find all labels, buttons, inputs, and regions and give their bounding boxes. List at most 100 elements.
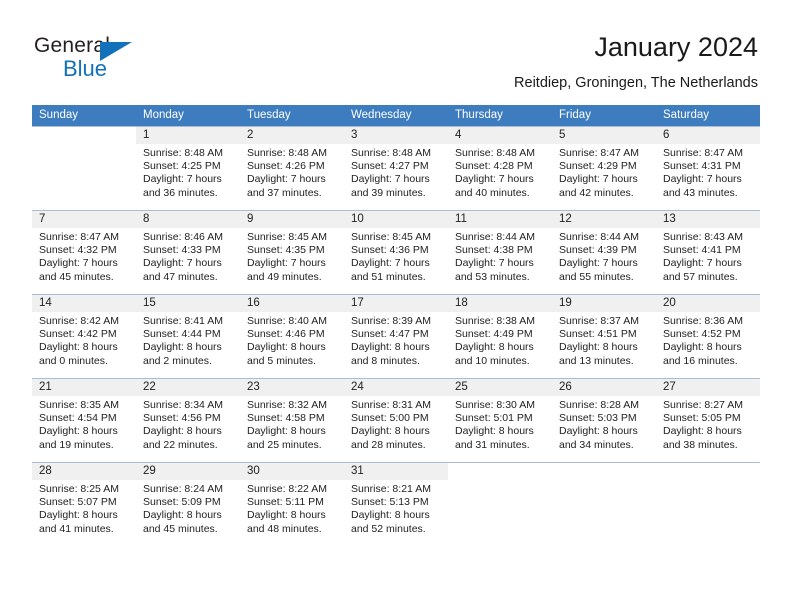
day-cell[interactable]: 17 Sunrise: 8:39 AM Sunset: 4:47 PM Dayligh… (344, 294, 448, 378)
calendar-cell: 3 Sunrise: 8:48 AM Sunset: 4:27 PM Daylight… (344, 126, 448, 210)
calendar-week-row: 21 Sunrise: 8:35 AM Sunset: 4:54 PM Dayligh… (32, 378, 760, 462)
day-detail-line: Daylight: 7 hours (663, 257, 742, 270)
day-cell[interactable]: 22 Sunrise: 8:34 AM Sunset: 4:56 PM Dayligh… (136, 378, 240, 462)
day-cell[interactable]: 10 Sunrise: 8:45 AM Sunset: 4:36 PM Dayligh… (344, 210, 448, 294)
day-details: Sunrise: 8:46 AM Sunset: 4:33 PM Daylight:… (136, 228, 240, 284)
day-cell-empty (656, 462, 760, 546)
day-detail-line: and 10 minutes. (455, 354, 530, 367)
day-detail-line: and 40 minutes. (455, 186, 530, 199)
day-cell[interactable]: 1 Sunrise: 8:48 AM Sunset: 4:25 PM Daylight… (136, 126, 240, 210)
day-detail-line: Sunset: 4:27 PM (351, 160, 429, 173)
day-detail-line: and 52 minutes. (351, 522, 426, 535)
day-detail-line: Sunrise: 8:35 AM (39, 399, 119, 411)
day-cell[interactable]: 12 Sunrise: 8:44 AM Sunset: 4:39 PM Dayligh… (552, 210, 656, 294)
day-details: Sunrise: 8:39 AM Sunset: 4:47 PM Daylight:… (344, 312, 448, 368)
calendar-cell: 21 Sunrise: 8:35 AM Sunset: 4:54 PM Dayligh… (32, 378, 136, 462)
day-cell[interactable]: 24 Sunrise: 8:31 AM Sunset: 5:00 PM Dayligh… (344, 378, 448, 462)
day-detail-line: Sunrise: 8:48 AM (455, 147, 535, 159)
day-cell[interactable]: 23 Sunrise: 8:32 AM Sunset: 4:58 PM Dayligh… (240, 378, 344, 462)
day-detail-line: and 8 minutes. (351, 354, 420, 367)
day-detail-line: and 55 minutes. (559, 270, 634, 283)
day-detail-line: Daylight: 8 hours (559, 341, 638, 354)
day-cell-empty (32, 126, 136, 210)
calendar-cell: 10 Sunrise: 8:45 AM Sunset: 4:36 PM Dayligh… (344, 210, 448, 294)
day-detail-line: Daylight: 8 hours (39, 509, 118, 522)
day-cell[interactable]: 3 Sunrise: 8:48 AM Sunset: 4:27 PM Daylight… (344, 126, 448, 210)
day-detail-line: Daylight: 8 hours (39, 425, 118, 438)
day-detail-line: and 41 minutes. (39, 522, 114, 535)
day-cell[interactable]: 18 Sunrise: 8:38 AM Sunset: 4:49 PM Dayligh… (448, 294, 552, 378)
day-number: 17 (344, 295, 448, 312)
day-cell[interactable]: 8 Sunrise: 8:46 AM Sunset: 4:33 PM Daylight… (136, 210, 240, 294)
day-number: 24 (344, 379, 448, 396)
day-number: 10 (344, 211, 448, 228)
day-details: Sunrise: 8:25 AM Sunset: 5:07 PM Daylight:… (32, 480, 136, 536)
day-cell-empty (448, 462, 552, 546)
day-detail-line: Sunrise: 8:46 AM (143, 231, 223, 243)
day-number: 16 (240, 295, 344, 312)
calendar-cell: 6 Sunrise: 8:47 AM Sunset: 4:31 PM Daylight… (656, 126, 760, 210)
day-detail-line: Sunset: 4:32 PM (39, 244, 117, 257)
day-detail-line: and 38 minutes. (663, 438, 738, 451)
day-cell[interactable]: 21 Sunrise: 8:35 AM Sunset: 4:54 PM Dayligh… (32, 378, 136, 462)
day-cell[interactable]: 2 Sunrise: 8:48 AM Sunset: 4:26 PM Daylight… (240, 126, 344, 210)
day-cell[interactable]: 28 Sunrise: 8:25 AM Sunset: 5:07 PM Dayligh… (32, 462, 136, 546)
day-cell[interactable]: 6 Sunrise: 8:47 AM Sunset: 4:31 PM Daylight… (656, 126, 760, 210)
day-detail-line: and 31 minutes. (455, 438, 530, 451)
day-number (552, 463, 656, 480)
day-cell[interactable]: 11 Sunrise: 8:44 AM Sunset: 4:38 PM Dayligh… (448, 210, 552, 294)
day-detail-line: and 45 minutes. (39, 270, 114, 283)
day-details: Sunrise: 8:30 AM Sunset: 5:01 PM Daylight:… (448, 396, 552, 452)
day-cell[interactable]: 13 Sunrise: 8:43 AM Sunset: 4:41 PM Dayligh… (656, 210, 760, 294)
day-detail-line: and 25 minutes. (247, 438, 322, 451)
day-detail-line: Daylight: 8 hours (455, 341, 534, 354)
day-cell[interactable]: 7 Sunrise: 8:47 AM Sunset: 4:32 PM Daylight… (32, 210, 136, 294)
day-number: 3 (344, 127, 448, 144)
day-cell[interactable]: 4 Sunrise: 8:48 AM Sunset: 4:28 PM Daylight… (448, 126, 552, 210)
day-number: 9 (240, 211, 344, 228)
day-detail-line: Sunrise: 8:36 AM (663, 315, 743, 327)
day-cell[interactable]: 27 Sunrise: 8:27 AM Sunset: 5:05 PM Dayligh… (656, 378, 760, 462)
day-cell[interactable]: 5 Sunrise: 8:47 AM Sunset: 4:29 PM Daylight… (552, 126, 656, 210)
day-cell[interactable]: 16 Sunrise: 8:40 AM Sunset: 4:46 PM Dayligh… (240, 294, 344, 378)
calendar-cell (32, 126, 136, 210)
day-details: Sunrise: 8:47 AM Sunset: 4:29 PM Daylight:… (552, 144, 656, 200)
day-detail-line: Sunrise: 8:22 AM (247, 483, 327, 495)
day-detail-line: Sunrise: 8:47 AM (559, 147, 639, 159)
day-cell[interactable]: 9 Sunrise: 8:45 AM Sunset: 4:35 PM Daylight… (240, 210, 344, 294)
day-cell[interactable]: 19 Sunrise: 8:37 AM Sunset: 4:51 PM Dayligh… (552, 294, 656, 378)
day-detail-line: and 53 minutes. (455, 270, 530, 283)
day-details: Sunrise: 8:48 AM Sunset: 4:26 PM Daylight:… (240, 144, 344, 200)
day-number: 30 (240, 463, 344, 480)
day-detail-line: and 49 minutes. (247, 270, 322, 283)
day-cell[interactable]: 31 Sunrise: 8:21 AM Sunset: 5:13 PM Dayligh… (344, 462, 448, 546)
day-cell[interactable]: 14 Sunrise: 8:42 AM Sunset: 4:42 PM Dayligh… (32, 294, 136, 378)
day-detail-line: and 43 minutes. (663, 186, 738, 199)
day-cell[interactable]: 30 Sunrise: 8:22 AM Sunset: 5:11 PM Dayligh… (240, 462, 344, 546)
day-cell[interactable]: 26 Sunrise: 8:28 AM Sunset: 5:03 PM Dayligh… (552, 378, 656, 462)
page-title: January 2024 (594, 32, 758, 62)
calendar-cell: 9 Sunrise: 8:45 AM Sunset: 4:35 PM Daylight… (240, 210, 344, 294)
weekday-header-row: Sunday Monday Tuesday Wednesday Thursday… (32, 105, 760, 126)
day-cell[interactable]: 15 Sunrise: 8:41 AM Sunset: 4:44 PM Dayligh… (136, 294, 240, 378)
calendar-week-row: 14 Sunrise: 8:42 AM Sunset: 4:42 PM Dayligh… (32, 294, 760, 378)
day-detail-line: Sunset: 4:56 PM (143, 412, 221, 425)
page-header: General Blue January 2024 Reitdiep, Gron… (34, 30, 758, 98)
day-detail-line: Sunset: 5:07 PM (39, 496, 117, 509)
calendar-week-row: 1 Sunrise: 8:48 AM Sunset: 4:25 PM Daylight… (32, 126, 760, 210)
day-detail-line: Daylight: 8 hours (455, 425, 534, 438)
day-detail-line: Sunrise: 8:30 AM (455, 399, 535, 411)
calendar-cell: 8 Sunrise: 8:46 AM Sunset: 4:33 PM Daylight… (136, 210, 240, 294)
calendar-cell: 17 Sunrise: 8:39 AM Sunset: 4:47 PM Dayligh… (344, 294, 448, 378)
calendar-cell: 23 Sunrise: 8:32 AM Sunset: 4:58 PM Dayligh… (240, 378, 344, 462)
day-details: Sunrise: 8:24 AM Sunset: 5:09 PM Daylight:… (136, 480, 240, 536)
calendar-cell (656, 462, 760, 546)
calendar-cell (448, 462, 552, 546)
day-detail-line: Sunset: 5:00 PM (351, 412, 429, 425)
day-cell[interactable]: 25 Sunrise: 8:30 AM Sunset: 5:01 PM Dayligh… (448, 378, 552, 462)
calendar-week-row: 7 Sunrise: 8:47 AM Sunset: 4:32 PM Daylight… (32, 210, 760, 294)
day-detail-line: and 36 minutes. (143, 186, 218, 199)
day-cell[interactable]: 29 Sunrise: 8:24 AM Sunset: 5:09 PM Dayligh… (136, 462, 240, 546)
calendar-cell: 11 Sunrise: 8:44 AM Sunset: 4:38 PM Dayligh… (448, 210, 552, 294)
day-cell[interactable]: 20 Sunrise: 8:36 AM Sunset: 4:52 PM Dayligh… (656, 294, 760, 378)
